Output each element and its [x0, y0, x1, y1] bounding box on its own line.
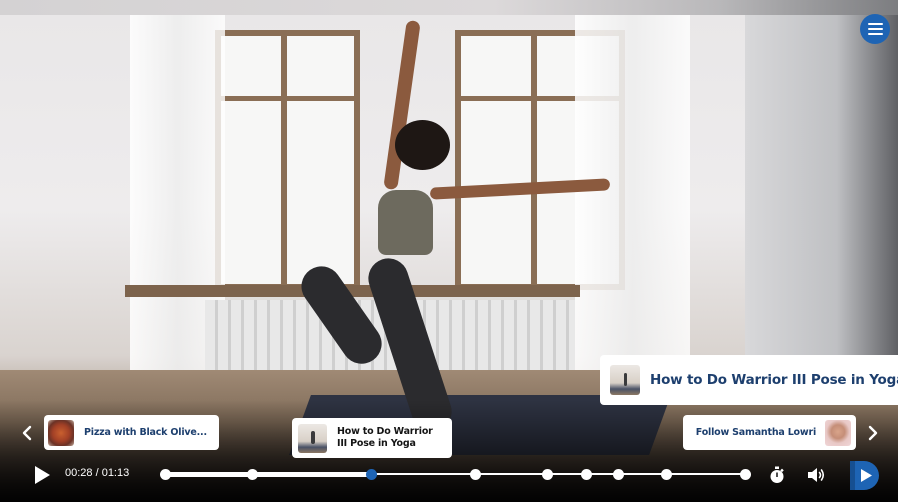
menu-button[interactable] [860, 14, 890, 44]
pizza-thumbnail [48, 419, 74, 446]
chevron-left-icon[interactable] [20, 424, 34, 442]
timeline-marker[interactable] [612, 469, 624, 480]
carousel-item-current[interactable]: How to Do Warrior III Pose in Yoga [292, 418, 452, 458]
pinned-card-title: How to Do Warrior III Pose in Yoga [650, 372, 898, 388]
carousel-item-next[interactable]: Follow Samantha Lowri [683, 415, 856, 450]
timeline-marker[interactable] [581, 469, 593, 480]
video-player: How to Do Warrior III Pose in Yoga Pizza… [0, 0, 898, 502]
time-display: 00:28 / 01:13 [65, 467, 130, 479]
timeline-marker[interactable] [247, 469, 258, 480]
volume-icon[interactable] [807, 466, 827, 484]
video-window-left [215, 30, 360, 290]
stopwatch-icon[interactable] [768, 466, 786, 484]
timeline-marker[interactable] [469, 469, 481, 480]
hamburger-menu-icon [867, 23, 883, 25]
player-logo-icon[interactable] [850, 461, 882, 490]
video-figure-head [395, 120, 450, 170]
yoga-pose-thumbnail [298, 423, 327, 453]
pinned-video-card[interactable]: How to Do Warrior III Pose in Yoga [600, 355, 898, 405]
video-figure-torso [378, 190, 433, 255]
yoga-pose-thumbnail [610, 365, 640, 395]
samantha-lowri-avatar [825, 419, 851, 446]
carousel-item-title: How to Do Warrior III Pose in Yoga [337, 426, 433, 449]
progress-played [165, 472, 372, 477]
progress-timeline[interactable] [160, 469, 751, 480]
video-bookshelf [745, 15, 898, 400]
timeline-marker[interactable] [740, 469, 751, 480]
video-curtain-right [575, 15, 690, 375]
chevron-right-icon[interactable] [866, 424, 880, 442]
play-icon[interactable] [33, 465, 51, 485]
carousel-item-title: Pizza with Black Olive... [84, 427, 207, 438]
top-bar [0, 0, 898, 15]
timeline-marker[interactable] [160, 469, 171, 480]
carousel-item-title: Follow Samantha Lowri [695, 427, 816, 438]
carousel-item-prev[interactable]: Pizza with Black Olive... [44, 415, 219, 450]
